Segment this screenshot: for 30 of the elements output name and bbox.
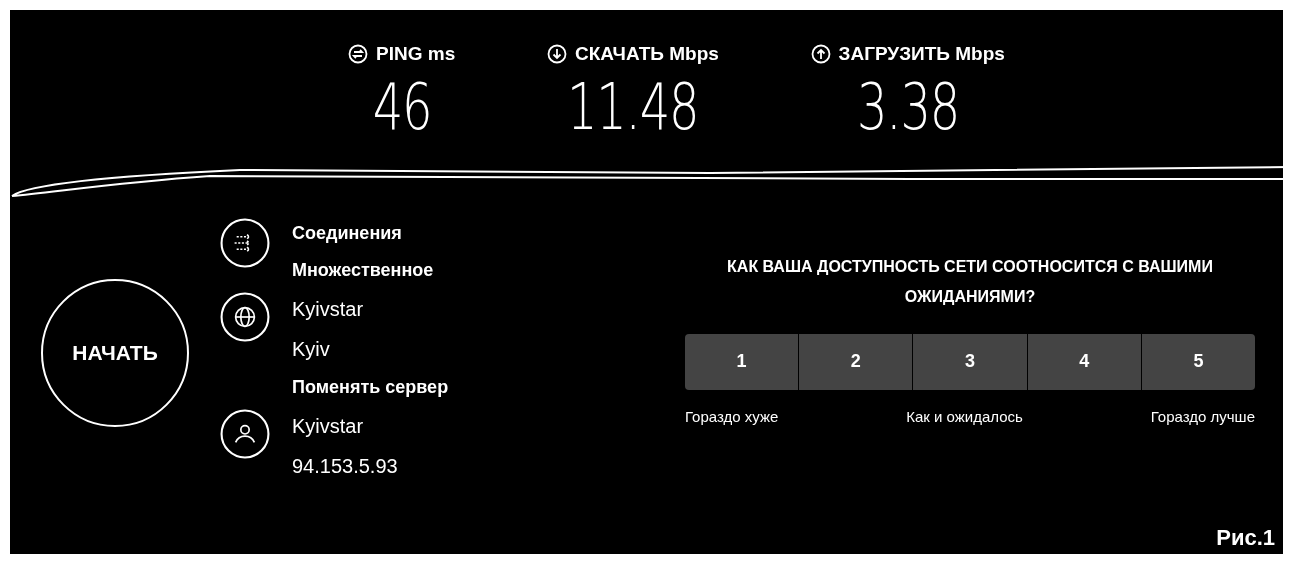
metric-label: СКАЧАТЬ Mbps xyxy=(574,42,719,66)
metric-value: 46 xyxy=(372,74,432,139)
scale-label: Гораздо лучше xyxy=(1150,406,1255,427)
info-value: Kyiv xyxy=(292,336,331,362)
metric-value: 11.48 xyxy=(567,74,699,139)
scale-label: Гораздо хуже xyxy=(685,406,779,427)
metric-label: ЗАГРУЗИТЬ Mbps xyxy=(838,42,1005,66)
info-value: Множественное xyxy=(292,258,434,282)
change-server-link[interactable]: Поменять сервер xyxy=(292,373,449,401)
survey-question: КАК ВАША ДОСТУПНОСТЬ СЕТИ СООТНОСИТСЯ С ВАШИМИ ОЖИДАНИЯМИ? xyxy=(726,256,1214,307)
figure-caption: Рис.1 xyxy=(1216,524,1275,552)
metric-value: 3.38 xyxy=(856,74,959,139)
rating-option[interactable]: 1 xyxy=(685,333,800,390)
info-title: Kyivstar xyxy=(292,296,365,322)
arrows-icon xyxy=(220,217,270,268)
info-value: 94.153.5.93 xyxy=(292,453,398,479)
download-icon xyxy=(546,44,567,65)
rating-option[interactable]: 4 xyxy=(1027,333,1142,390)
scale-label: Как и ожидалось xyxy=(906,406,1023,427)
info-title: Kyivstar xyxy=(292,413,365,439)
ping-icon xyxy=(348,44,369,65)
globe-icon xyxy=(220,291,270,342)
start-button[interactable]: НАЧАТЬ xyxy=(41,279,189,427)
info-title: Соединения xyxy=(292,221,403,245)
rating-option[interactable]: 5 xyxy=(1141,333,1255,390)
metric-label: PING ms xyxy=(376,42,456,66)
rating-option[interactable]: 2 xyxy=(799,333,914,390)
rating-option[interactable]: 3 xyxy=(913,333,1028,390)
upload-icon xyxy=(810,44,831,65)
person-icon xyxy=(220,408,270,459)
